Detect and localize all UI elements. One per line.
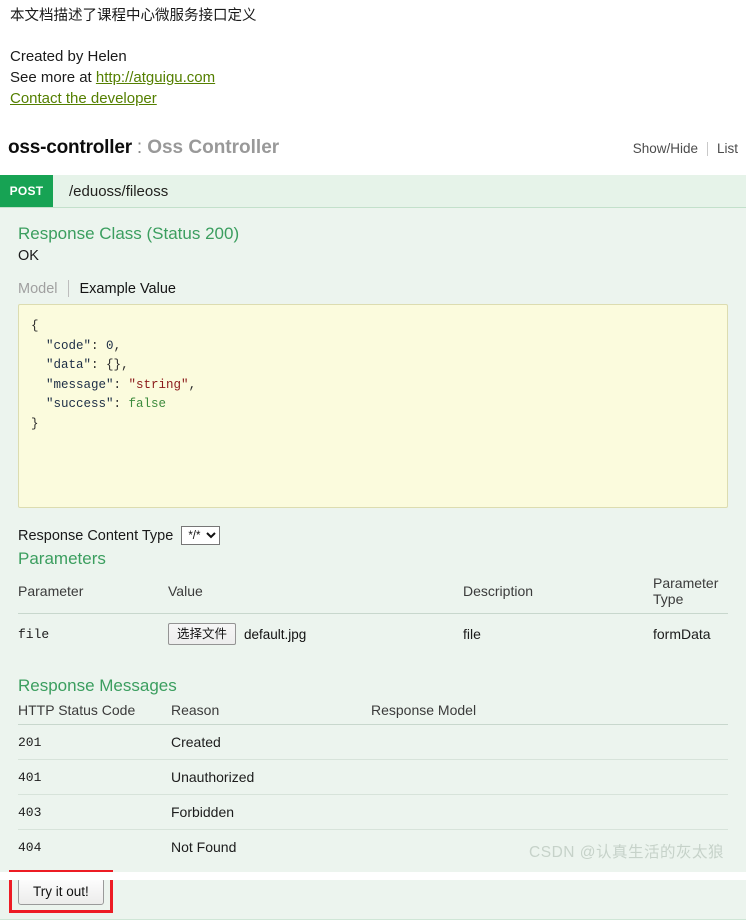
model-tabs: Model Example Value	[18, 280, 728, 297]
parameter-description: file	[463, 626, 481, 642]
list-operations-link[interactable]: List	[717, 141, 738, 156]
response-content-type-label: Response Content Type	[18, 527, 174, 544]
table-row: 403 Forbidden	[18, 794, 728, 830]
selected-file-name: default.jpg	[244, 626, 307, 642]
contact-developer-link[interactable]: Contact the developer	[10, 90, 157, 107]
status-code-cell: 404	[18, 839, 42, 855]
response-model-cell	[371, 759, 728, 795]
response-content-type-row: Response Content Type */*	[18, 526, 728, 545]
resource-name[interactable]: oss-controller	[8, 137, 132, 159]
status-code-cell: 401	[18, 759, 171, 795]
response-content-type-select[interactable]: */*	[181, 526, 221, 545]
file-upload-input[interactable]: 选择文件 default.jpg	[168, 623, 306, 645]
parameter-type: formData	[653, 626, 711, 642]
status-code-cell: 201	[18, 724, 171, 760]
response-model-cell	[371, 794, 728, 830]
reason-cell: Not Found	[171, 839, 237, 855]
response-class-title: Response Class (Status 200)	[18, 224, 240, 243]
contact-line: Contact the developer	[10, 88, 736, 109]
parameters-table: Parameter Value Description Parameter Ty…	[18, 573, 728, 654]
created-by-line: Created by Helen	[10, 48, 127, 65]
response-messages-header-row: HTTP Status Code Reason Response Model	[18, 700, 728, 725]
atguigu-link[interactable]: http://atguigu.com	[96, 69, 215, 86]
table-row: 401 Unauthorized	[18, 759, 728, 795]
reason-cell: Created	[171, 724, 371, 760]
header-value: Value	[168, 573, 463, 614]
resource-separator: :	[136, 137, 143, 158]
header-response-model: Response Model	[371, 700, 728, 725]
resource-options: Show/Hide List	[633, 141, 738, 156]
header-description: Description	[463, 573, 653, 614]
resource-description: Oss Controller	[147, 137, 280, 158]
status-code-cell: 403	[18, 794, 171, 830]
parameters-header-row: Parameter Value Description Parameter Ty…	[18, 573, 728, 614]
table-row: 201 Created	[18, 724, 728, 760]
parameter-name: file	[18, 626, 50, 642]
operation-panel: POST /eduoss/fileoss Response Class (Sta…	[0, 175, 746, 920]
csdn-watermark: CSDN @认真生活的灰太狼	[529, 844, 724, 861]
http-method-badge[interactable]: POST	[0, 175, 53, 207]
response-class-status: OK	[18, 248, 39, 264]
example-value-code: { "code": 0, "data": {}, "message": "str…	[18, 304, 728, 508]
header-reason: Reason	[171, 700, 371, 725]
header-parameter: Parameter	[18, 573, 168, 614]
response-messages-title: Response Messages	[18, 676, 177, 695]
operation-body: Response Class (Status 200) OK Model Exa…	[0, 208, 746, 919]
api-info-block: 本文档描述了课程中心微服务接口定义 Created by Helen See m…	[0, 0, 746, 109]
table-row: file 选择文件 default.jpg file formData	[18, 614, 728, 655]
panel-bottom-edge	[0, 872, 746, 880]
reason-cell: Forbidden	[171, 794, 371, 830]
operation-header[interactable]: POST /eduoss/fileoss	[0, 175, 746, 208]
try-it-out-button[interactable]: Try it out!	[18, 878, 104, 905]
show-hide-link[interactable]: Show/Hide	[633, 141, 698, 156]
reason-cell: Unauthorized	[171, 759, 371, 795]
choose-file-button[interactable]: 选择文件	[168, 623, 237, 645]
resource-heading: oss-controller : Oss Controller Show/Hid…	[0, 137, 746, 167]
parameters-title: Parameters	[18, 549, 106, 568]
parameter-value-cell: 选择文件 default.jpg	[168, 614, 463, 655]
header-http-status-code: HTTP Status Code	[18, 700, 171, 725]
see-more-line: See more at http://atguigu.com	[10, 67, 736, 88]
operation-path[interactable]: /eduoss/fileoss	[53, 175, 168, 207]
see-more-label: See more at	[10, 69, 96, 86]
tab-example-value[interactable]: Example Value	[69, 281, 176, 297]
api-description: 本文档描述了课程中心微服务接口定义	[10, 8, 257, 24]
tab-model[interactable]: Model	[18, 281, 68, 297]
response-model-cell	[371, 724, 728, 760]
submit-area: Try it out!	[9, 870, 728, 919]
header-parameter-type: Parameter Type	[653, 573, 728, 614]
options-divider	[706, 141, 708, 156]
